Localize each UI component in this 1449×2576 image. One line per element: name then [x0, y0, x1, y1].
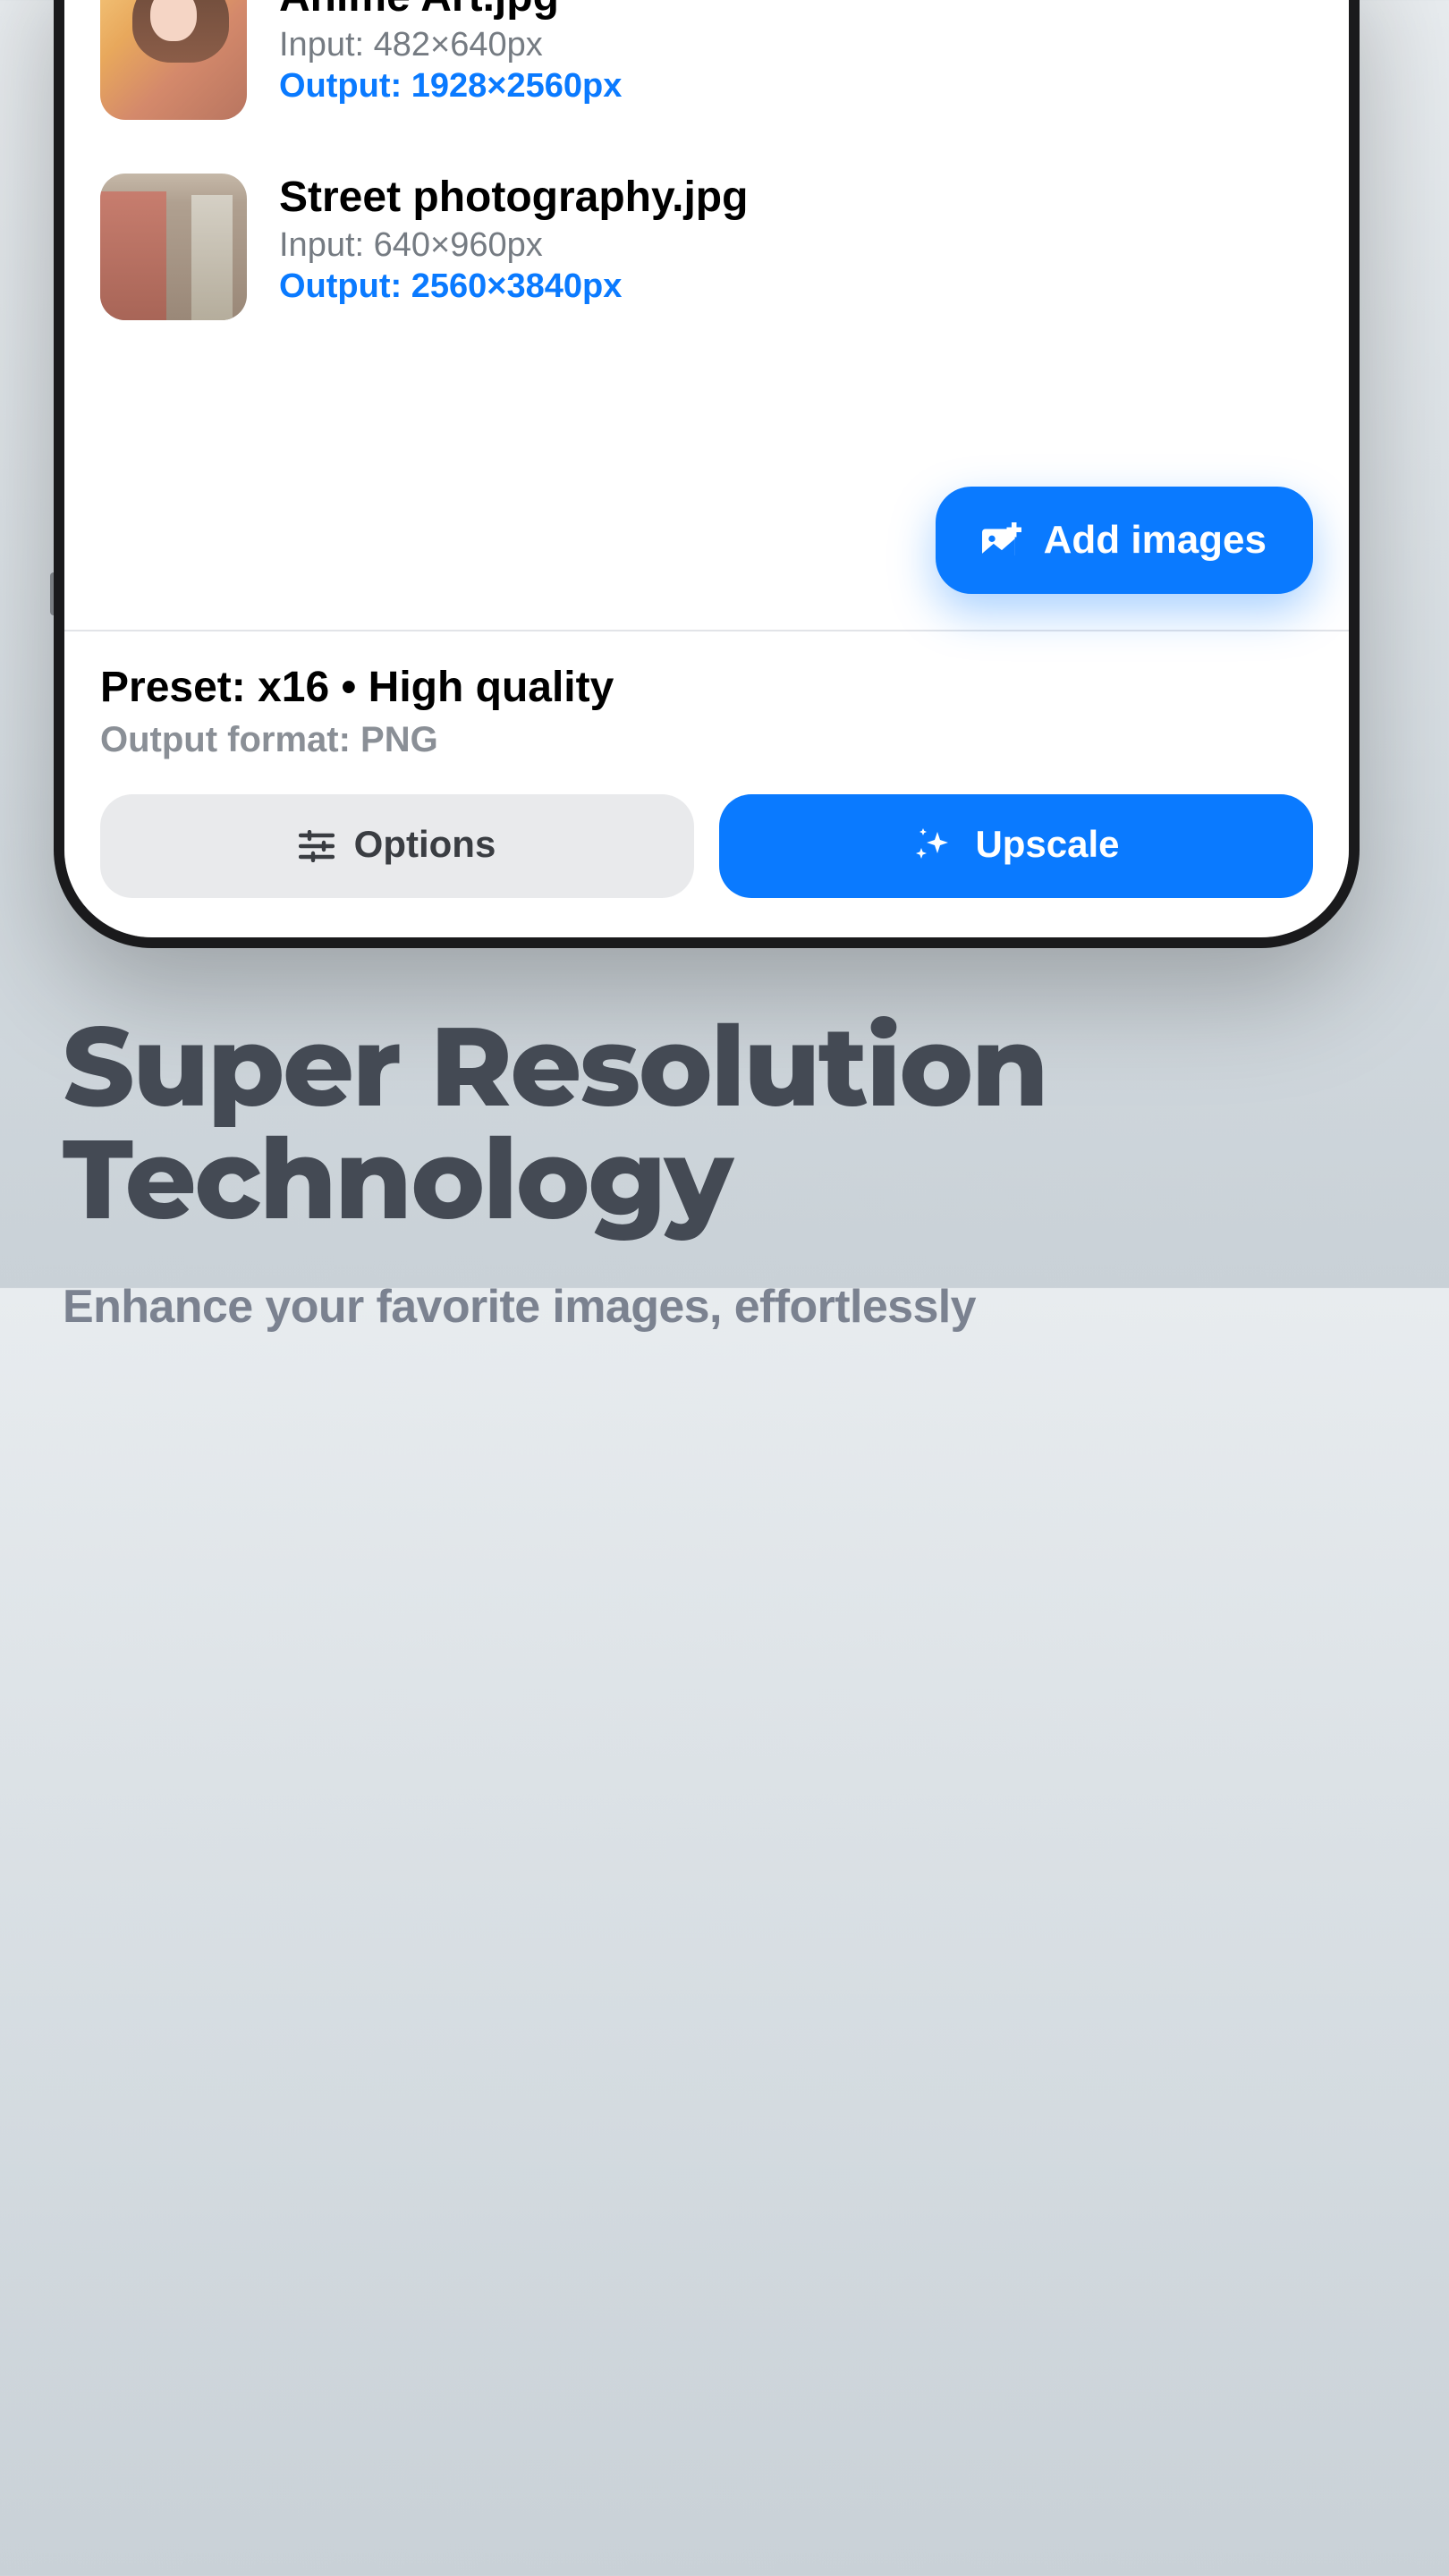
output-format-label: Output format: PNG [100, 721, 1313, 762]
image-input-dimensions: Input: 640×960px [279, 227, 1313, 267]
marketing-subline: Enhance your favorite images, effortless… [63, 1280, 1395, 1335]
sliders-icon [299, 830, 335, 862]
image-thumbnail [100, 0, 247, 120]
sparkle-icon [912, 825, 955, 868]
phone-frame: Anime Art.jpg Input: 482×640px Output: 1… [54, 0, 1360, 948]
app-screen: Anime Art.jpg Input: 482×640px Output: 1… [64, 0, 1349, 937]
upscale-label: Upscale [975, 825, 1119, 868]
preset-label: Preset: x16 • High quality [100, 664, 1313, 714]
add-images-button[interactable]: Add images [936, 487, 1313, 594]
list-item[interactable]: Anime Art.jpg Input: 482×640px Output: 1… [100, 0, 1313, 120]
options-label: Options [354, 825, 496, 868]
action-button-row: Options Upscale [100, 794, 1313, 898]
image-output-dimensions: Output: 2560×3840px [279, 268, 1313, 308]
image-input-dimensions: Input: 482×640px [279, 27, 1313, 66]
image-info: Street photography.jpg Input: 640×960px … [279, 174, 1313, 308]
image-output-dimensions: Output: 1928×2560px [279, 68, 1313, 107]
image-filename: Anime Art.jpg [279, 0, 1313, 23]
add-images-label: Add images [1044, 517, 1267, 564]
marketing-section: Super Resolution Technology Enhance your… [63, 1011, 1395, 1335]
image-info: Anime Art.jpg Input: 482×640px Output: 1… [279, 0, 1313, 107]
marketing-headline: Super Resolution Technology [63, 1011, 1395, 1237]
image-plus-icon [983, 522, 1022, 558]
image-list: Anime Art.jpg Input: 482×640px Output: 1… [64, 0, 1349, 630]
image-filename: Street photography.jpg [279, 174, 1313, 224]
image-thumbnail [100, 174, 247, 320]
options-button[interactable]: Options [100, 794, 694, 898]
bottom-panel: Preset: x16 • High quality Output format… [64, 631, 1349, 937]
list-item[interactable]: Street photography.jpg Input: 640×960px … [100, 174, 1313, 320]
upscale-button[interactable]: Upscale [719, 794, 1313, 898]
